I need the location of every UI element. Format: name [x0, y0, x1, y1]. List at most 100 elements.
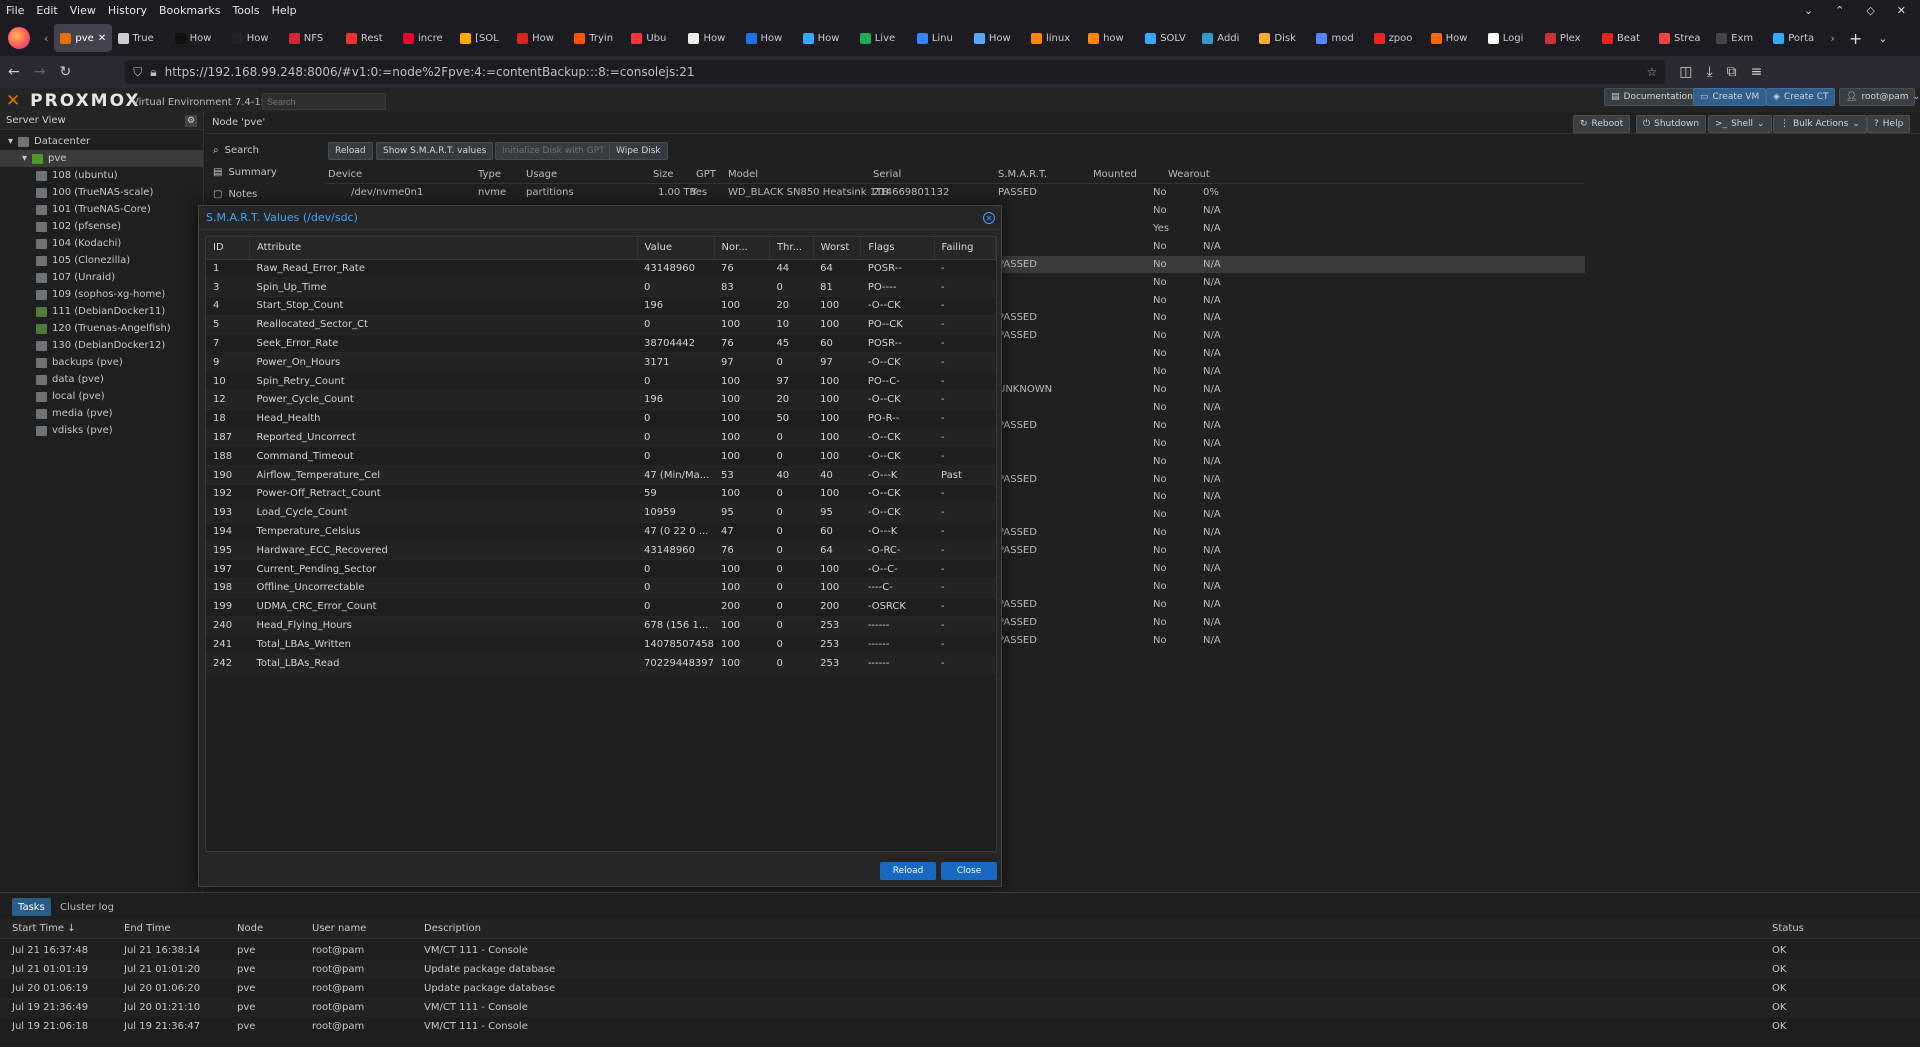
smart-row[interactable]: 5 Reallocated_Sector_Ct 0 100 10 100 PO--CK -: [206, 315, 996, 335]
close-window-icon[interactable]: ✕: [1897, 4, 1906, 17]
menu-edit[interactable]: Edit: [36, 4, 57, 17]
tree-item[interactable]: 109 (sophos-xg-home): [0, 286, 203, 303]
firefox-icon[interactable]: [8, 27, 30, 49]
tab-cluster-log[interactable]: Cluster log: [54, 898, 120, 916]
browser-tab[interactable]: How: [797, 24, 854, 52]
smart-row[interactable]: 195 Hardware_ECC_Recovered 43148960 76 0 64 -O…: [206, 540, 996, 561]
browser-tab[interactable]: How: [226, 24, 283, 52]
disk-col-device[interactable]: Device: [328, 169, 362, 180]
tree-item[interactable]: local (pve): [0, 388, 203, 405]
disk-col-gpt[interactable]: GPT: [696, 169, 716, 180]
disk-reload-button[interactable]: Reload: [328, 142, 373, 160]
smart-col-header[interactable]: Nor...: [714, 237, 770, 260]
browser-tab[interactable]: how: [1082, 24, 1139, 52]
browser-tab[interactable]: Beat: [1596, 24, 1653, 52]
smart-row[interactable]: 7 Seek_Error_Rate 38704442 76 45 60 POSR-- -: [206, 334, 996, 354]
browser-tab[interactable]: How: [511, 24, 568, 52]
task-row[interactable]: Jul 19 21:36:49 Jul 20 01:21:10 pve root@pa…: [0, 998, 1920, 1017]
smart-col-header[interactable]: Failing: [934, 237, 997, 260]
browser-tab[interactable]: How: [682, 24, 739, 52]
bulk-actions-button[interactable]: ⋮ Bulk Actions ⌄: [1773, 115, 1867, 133]
smart-row[interactable]: 240 Head_Flying_Hours 678 (156 1... 100 0 253…: [206, 616, 996, 636]
browser-tab[interactable]: linux: [1025, 24, 1082, 52]
user-menu-button[interactable]: 👤︎ root@pam ⌄: [1839, 88, 1920, 106]
browser-tab[interactable]: Logi: [1482, 24, 1539, 52]
tree-item[interactable]: 108 (ubuntu): [0, 167, 203, 184]
back-icon[interactable]: ←: [8, 64, 20, 80]
initialize-gpt-button[interactable]: Initialize Disk with GPT: [495, 142, 612, 160]
smart-col-header[interactable]: Worst: [813, 237, 862, 260]
task-row[interactable]: Jul 19 21:06:18 Jul 19 21:36:47 pve root@pa…: [0, 1017, 1920, 1036]
browser-tab[interactable]: Porta: [1767, 24, 1824, 52]
tree-item[interactable]: 130 (DebianDocker12): [0, 337, 203, 354]
bookmark-star-icon[interactable]: ☆: [1646, 65, 1657, 79]
task-row[interactable]: Jul 21 16:37:48 Jul 21 16:38:14 pve root@pa…: [0, 941, 1920, 960]
reload-icon[interactable]: ↻: [59, 64, 71, 80]
smart-col-header[interactable]: Value: [637, 237, 715, 260]
server-view-select[interactable]: Server View: [6, 115, 66, 126]
smart-col-header[interactable]: Thr...: [769, 237, 814, 260]
create-ct-button[interactable]: ◈ Create CT: [1766, 88, 1836, 106]
expand-icon[interactable]: ▾: [8, 136, 13, 147]
tree-item[interactable]: 111 (DebianDocker11): [0, 303, 203, 320]
smart-row[interactable]: 10 Spin_Retry_Count 0 100 97 100 PO--C- -: [206, 371, 996, 392]
smart-col-header[interactable]: Attribute: [249, 237, 638, 260]
task-col-header[interactable]: Start Time ↓: [12, 923, 76, 934]
downloads-icon[interactable]: ⤓: [1706, 64, 1712, 80]
browser-tab[interactable]: Live: [854, 24, 911, 52]
smart-col-header[interactable]: Flags: [860, 237, 935, 260]
maximize-icon[interactable]: ⌃: [1835, 4, 1844, 17]
tab-tasks[interactable]: Tasks: [12, 898, 51, 916]
pocket-icon[interactable]: ◫: [1679, 64, 1692, 80]
browser-tab[interactable]: Disk: [1253, 24, 1310, 52]
gear-icon[interactable]: ⚙: [185, 114, 197, 127]
reboot-button[interactable]: ↻ Reboot: [1573, 115, 1631, 133]
restore-icon[interactable]: ◇: [1866, 4, 1874, 17]
menu-tools[interactable]: Tools: [232, 4, 259, 17]
browser-tab[interactable]: Rest: [340, 24, 397, 52]
browser-tab[interactable]: How: [740, 24, 797, 52]
browser-tab[interactable]: Addi: [1196, 24, 1253, 52]
show-smart-button[interactable]: Show S.M.A.R.T. values: [376, 142, 494, 160]
browser-tab[interactable]: Exm: [1710, 24, 1767, 52]
smart-row[interactable]: 190 Airflow_Temperature_Cel 47 (Min/Ma... 5…: [206, 465, 996, 486]
disk-col-serial[interactable]: Serial: [873, 169, 901, 180]
smart-row[interactable]: 242 Total_LBAs_Read 70229448397 100 0 253 ----…: [206, 653, 996, 674]
tree-item[interactable]: 105 (Clonezilla): [0, 252, 203, 269]
smart-row[interactable]: 9 Power_On_Hours 3171 97 0 97 -O--CK -: [206, 352, 996, 373]
tree-item[interactable]: vdisks (pve): [0, 422, 203, 439]
tree-item[interactable]: media (pve): [0, 405, 203, 422]
tree-item[interactable]: 104 (Kodachi): [0, 235, 203, 252]
tree-item[interactable]: ▾ pve: [0, 150, 203, 167]
shield-icon[interactable]: ⛉: [133, 65, 142, 80]
smart-row[interactable]: 198 Offline_Uncorrectable 0 100 0 100 ----C- -: [206, 578, 996, 598]
menu-history[interactable]: History: [108, 4, 147, 17]
menu-help[interactable]: Help: [272, 4, 297, 17]
lock-icon[interactable]: 🔒︎: [150, 65, 156, 80]
subnav-summary[interactable]: ▤ Summary: [205, 161, 317, 183]
tree-item[interactable]: 102 (pfsense): [0, 218, 203, 235]
smart-col-header[interactable]: ID: [206, 237, 251, 260]
task-col-header[interactable]: End Time: [124, 923, 171, 934]
tab-close-icon[interactable]: ✕: [98, 33, 106, 44]
browser-tab[interactable]: How: [968, 24, 1025, 52]
smart-row[interactable]: 4 Start_Stop_Count 196 100 20 100 -O--CK -: [206, 296, 996, 316]
menu-bookmarks[interactable]: Bookmarks: [159, 4, 220, 17]
smart-row[interactable]: 187 Reported_Uncorrect 0 100 0 100 -O--CK -: [206, 428, 996, 448]
browser-tab[interactable]: Linu: [911, 24, 968, 52]
browser-tab[interactable]: zpoo: [1368, 24, 1425, 52]
browser-tab[interactable]: [SOL: [454, 24, 511, 52]
close-icon[interactable]: ✕: [983, 212, 995, 224]
task-row[interactable]: Jul 20 01:06:19 Jul 20 01:06:20 pve root@pa…: [0, 979, 1920, 998]
subnav-notes[interactable]: ▢ Notes: [205, 183, 317, 205]
disk-col-mounted[interactable]: Mounted: [1093, 169, 1137, 180]
browser-tab[interactable]: NFS: [283, 24, 340, 52]
tree-item[interactable]: 120 (Truenas-Angelfish): [0, 320, 203, 337]
task-col-header[interactable]: Node: [237, 923, 263, 934]
tree-item[interactable]: 100 (TrueNAS-scale): [0, 184, 203, 201]
disk-col-usage[interactable]: Usage: [526, 169, 557, 180]
browser-tab[interactable]: How: [1425, 24, 1482, 52]
tab-scroll-right-icon[interactable]: ›: [1824, 32, 1840, 45]
extensions-icon[interactable]: ⧉: [1727, 64, 1737, 80]
browser-tab[interactable]: SOLV: [1139, 24, 1196, 52]
